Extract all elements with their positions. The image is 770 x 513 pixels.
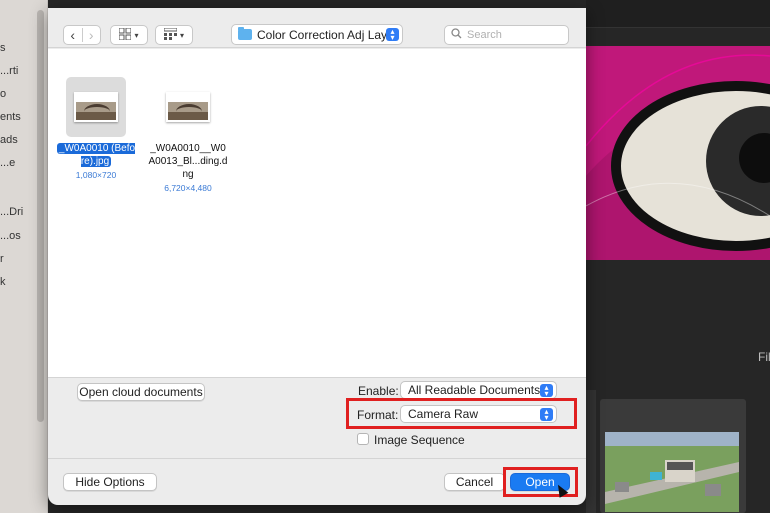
image-sequence-checkbox[interactable] xyxy=(357,433,369,445)
panel-strip xyxy=(586,390,596,513)
view-mode-button[interactable]: ▾ xyxy=(110,25,148,45)
format-value: Camera Raw xyxy=(408,407,479,421)
group-icon xyxy=(163,27,178,43)
sidebar-scrollbar[interactable] xyxy=(37,10,44,422)
image-sequence-label: Image Sequence xyxy=(374,433,465,447)
file-thumbnail xyxy=(158,77,218,137)
updown-arrows-icon: ▴ ▾ xyxy=(540,384,553,398)
nav-buttons: ‹ › xyxy=(63,25,101,45)
updown-arrows-icon: ▴ ▾ xyxy=(540,408,553,422)
search-input[interactable] xyxy=(467,29,557,41)
open-cloud-documents-button[interactable]: Open cloud documents xyxy=(77,383,205,401)
enable-label: Enable: xyxy=(358,384,399,398)
enable-value: All Readable Documents xyxy=(408,383,541,397)
file-thumbnail xyxy=(66,77,126,137)
finder-sidebar: s rti... o ents ads e... Dri... os... r … xyxy=(0,0,48,513)
dialog-toolbar: ‹ › ▾ ▾ Color Correction Adj Layer ▴ ▾ xyxy=(48,8,586,48)
updown-arrows-icon: ▴ ▾ xyxy=(386,28,399,42)
file-dimensions: 6,720×4,480 xyxy=(164,183,212,193)
folder-icon xyxy=(238,27,252,40)
dialog-footer: Hide Options Cancel Open xyxy=(48,458,586,505)
grid-view-icon xyxy=(118,27,132,43)
search-icon xyxy=(451,28,462,42)
location-popup[interactable]: Color Correction Adj Layer ▴ ▾ xyxy=(231,24,403,45)
aerial-thumbnail[interactable] xyxy=(605,432,739,512)
location-label: Color Correction Adj Layer xyxy=(257,27,398,42)
enable-select[interactable]: All Readable Documents ▴ ▾ xyxy=(400,381,557,399)
file-item[interactable]: _W0A0010 (Before).jpg 1,080×720 xyxy=(56,77,136,180)
file-browser: _W0A0010 (Before).jpg 1,080×720 _W0A0010… xyxy=(48,49,586,378)
format-label: Format: xyxy=(357,408,399,422)
group-button[interactable]: ▾ xyxy=(155,25,193,45)
search-field[interactable] xyxy=(444,25,569,45)
forward-button[interactable]: › xyxy=(82,26,100,44)
chevron-down-icon: ▾ xyxy=(134,30,139,40)
cancel-button[interactable]: Cancel xyxy=(444,473,505,491)
canvas-image xyxy=(586,46,770,260)
file-dimensions: 1,080×720 xyxy=(75,170,117,180)
format-select[interactable]: Camera Raw ▴ ▾ xyxy=(400,405,557,423)
open-dialog: ‹ › ▾ ▾ Color Correction Adj Layer ▴ ▾ S… xyxy=(48,8,586,505)
background-topbar xyxy=(586,0,770,28)
chevron-down-icon: ▾ xyxy=(179,30,184,40)
file-name: _W0A0010__W0A0013_Bl...ding.dng xyxy=(148,143,228,180)
file-name: _W0A0010 (Before).jpg xyxy=(56,143,136,167)
back-button[interactable]: ‹ xyxy=(64,26,82,44)
hide-options-button[interactable]: Hide Options xyxy=(63,473,157,491)
options-panel: Open cloud documents Enable: All Readabl… xyxy=(48,378,586,448)
filter-caption: Filt xyxy=(758,350,770,364)
file-item[interactable]: _W0A0010__W0A0013_Bl...ding.dng 6,720×4,… xyxy=(148,77,228,193)
